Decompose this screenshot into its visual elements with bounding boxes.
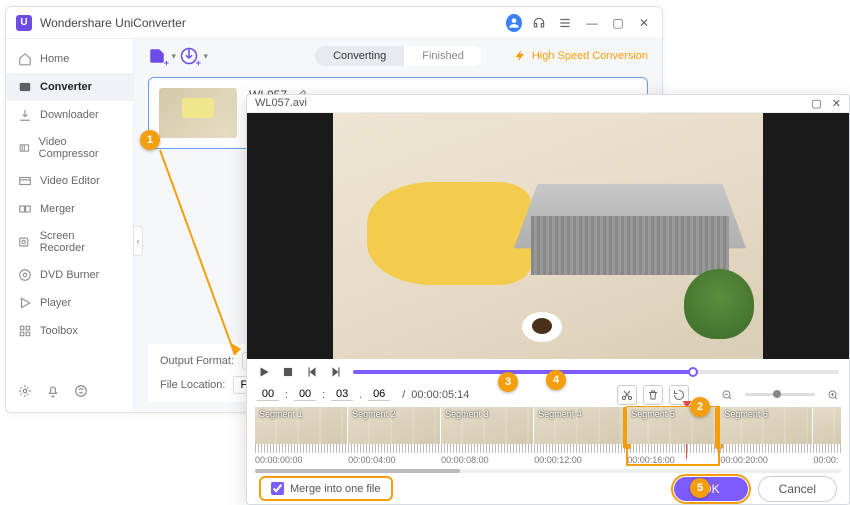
app-title: Wondershare UniConverter — [40, 16, 506, 30]
maximize-button[interactable]: ▢ — [610, 16, 626, 30]
cut-button[interactable] — [617, 385, 637, 405]
sidebar-footer — [6, 376, 133, 406]
sidebar-label: Video Compressor — [39, 136, 121, 160]
menu-icon[interactable] — [558, 16, 574, 30]
ok-button[interactable]: OK — [674, 477, 747, 501]
sidebar-item-converter[interactable]: Converter — [6, 73, 133, 101]
video-preview — [247, 113, 849, 359]
headset-icon[interactable] — [532, 16, 548, 30]
user-avatar-icon[interactable] — [506, 14, 522, 32]
timeline-scrollbar[interactable] — [255, 469, 841, 474]
editor-titlebar: WL057.avi ▢ ✕ — [247, 95, 849, 113]
toolbar: +▾ +▾ Converting Finished High Speed Con… — [134, 39, 662, 73]
sidebar-item-toolbox[interactable]: Toolbox — [6, 317, 133, 345]
close-button[interactable]: ✕ — [636, 16, 652, 30]
segment[interactable]: Segment 200:00:04:00 — [348, 407, 440, 465]
time-mm[interactable] — [294, 388, 316, 401]
sidebar-item-compressor[interactable]: Video Compressor — [6, 129, 133, 167]
callout-4: 4 — [546, 370, 566, 390]
callout-3: 3 — [498, 372, 518, 392]
seek-bar[interactable] — [353, 370, 839, 374]
segment[interactable]: 00:00: — [813, 407, 841, 465]
media-thumbnail — [159, 88, 237, 138]
sidebar-label: Screen Recorder — [40, 230, 121, 254]
editor-maximize-button[interactable]: ▢ — [811, 97, 821, 110]
lightning-icon — [514, 50, 526, 62]
titlebar: U Wondershare UniConverter — ▢ ✕ — [6, 7, 662, 39]
sidebar-item-editor[interactable]: Video Editor — [6, 167, 133, 195]
timeline[interactable]: Segment 100:00:00:00 Segment 200:00:04:0… — [247, 405, 849, 465]
add-folder-button[interactable]: +▾ — [180, 47, 198, 65]
sidebar-label: Merger — [40, 203, 75, 215]
add-file-button[interactable]: +▾ — [148, 47, 166, 65]
total-time: 00:00:05:14 — [411, 389, 469, 401]
app-logo: U — [16, 15, 32, 31]
sidebar-label: Toolbox — [40, 325, 78, 337]
sidebar-label: Player — [40, 297, 71, 309]
segment[interactable]: Segment 100:00:00:00 — [255, 407, 347, 465]
time-row: : : . / 00:00:05:14 — [247, 385, 849, 405]
file-location-label: File Location: — [160, 379, 225, 391]
sidebar-label: Home — [40, 53, 69, 65]
sidebar-item-player[interactable]: Player — [6, 289, 133, 317]
merge-checkbox[interactable] — [271, 482, 284, 495]
minimize-button[interactable]: — — [584, 16, 600, 30]
sidebar-item-home[interactable]: Home — [6, 45, 133, 73]
sidebar-label: Video Editor — [40, 175, 100, 187]
zoom-slider[interactable] — [745, 393, 815, 396]
sidebar-label: DVD Burner — [40, 269, 99, 281]
tab-finished[interactable]: Finished — [404, 46, 482, 66]
feedback-icon[interactable] — [74, 384, 88, 398]
collapse-sidebar-button[interactable]: ‹ — [133, 226, 143, 256]
status-tabs: Converting Finished — [315, 46, 482, 66]
callout-1: 1 — [140, 130, 160, 150]
sidebar-item-recorder[interactable]: Screen Recorder — [6, 223, 133, 261]
tab-converting[interactable]: Converting — [315, 46, 404, 66]
cancel-button[interactable]: Cancel — [758, 476, 837, 502]
editor-title: WL057.avi — [255, 97, 307, 109]
sidebar-label: Downloader — [40, 109, 99, 121]
zoom-out-icon[interactable] — [721, 389, 733, 401]
hs-label: High Speed Conversion — [532, 50, 648, 62]
time-ff[interactable] — [368, 388, 390, 401]
merge-label: Merge into one file — [290, 483, 381, 495]
trim-editor-window: WL057.avi ▢ ✕ : : . / 00:00:05:14 Segmen… — [246, 94, 850, 505]
settings-icon[interactable] — [18, 384, 32, 398]
editor-footer: Merge into one file OK Cancel — [247, 473, 849, 504]
time-ss[interactable] — [331, 388, 353, 401]
time-hh[interactable] — [257, 388, 279, 401]
segment[interactable]: Segment 300:00:08:00 — [441, 407, 533, 465]
prev-frame-button[interactable] — [305, 365, 319, 379]
callout-5: 5 — [690, 478, 710, 498]
sidebar-item-merger[interactable]: Merger — [6, 195, 133, 223]
annotation-arrow — [155, 145, 245, 365]
zoom-in-icon[interactable] — [827, 389, 839, 401]
segment[interactable]: Segment 600:00:20:00 — [720, 407, 812, 465]
sidebar: Home Converter Downloader Video Compress… — [6, 39, 134, 412]
delete-button[interactable] — [643, 385, 663, 405]
play-button[interactable] — [257, 365, 271, 379]
stop-button[interactable] — [281, 365, 295, 379]
sidebar-label: Converter — [40, 81, 92, 93]
segment[interactable]: Segment 400:00:12:00 — [534, 407, 626, 465]
merge-checkbox-container[interactable]: Merge into one file — [259, 476, 393, 501]
high-speed-toggle[interactable]: High Speed Conversion — [514, 50, 648, 62]
sidebar-item-downloader[interactable]: Downloader — [6, 101, 133, 129]
next-frame-button[interactable] — [329, 365, 343, 379]
editor-close-button[interactable]: ✕ — [832, 97, 841, 110]
bell-icon[interactable] — [46, 384, 60, 398]
sidebar-item-dvd[interactable]: DVD Burner — [6, 261, 133, 289]
callout-2: 2 — [690, 397, 710, 417]
